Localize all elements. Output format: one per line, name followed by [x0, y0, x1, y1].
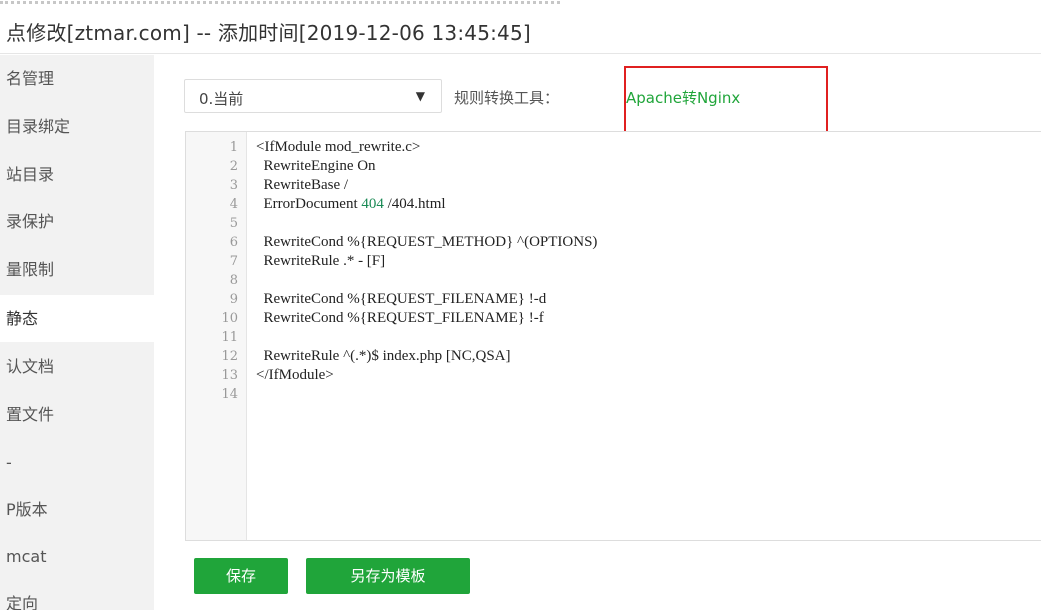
line-number-gutter: 1 2 3 4 5 6 7 8 9 10 11 12 13 14: [186, 132, 247, 540]
line-number: 3: [229, 178, 238, 193]
rewrite-code-editor[interactable]: 1 2 3 4 5 6 7 8 9 10 11 12 13 14 <IfModu…: [185, 131, 1041, 541]
sidebar-item-dir-protect[interactable]: 录保护: [0, 198, 154, 245]
sidebar-item-tomcat[interactable]: mcat: [0, 533, 154, 580]
sidebar-item-config-file[interactable]: 置文件: [0, 391, 154, 438]
line-number: 8: [229, 273, 238, 288]
line-number: 11: [221, 330, 238, 345]
line-number: 4: [229, 197, 238, 212]
sidebar-item-subdir-bind[interactable]: 目录绑定: [0, 103, 154, 150]
title-bar: 点修改[ztmar.com] -- 添加时间[2019-12-06 13:45:…: [0, 8, 1041, 54]
sidebar-item-dash[interactable]: -: [0, 439, 154, 486]
code-line: ErrorDocument 404 /404.html: [256, 196, 446, 212]
rule-template-select[interactable]: 0.当前 ▼: [184, 79, 442, 113]
line-number: 10: [221, 311, 238, 326]
line-number: 1: [229, 140, 238, 155]
code-line: RewriteCond %{REQUEST_METHOD} ^(OPTIONS): [256, 234, 598, 250]
code-line: RewriteCond %{REQUEST_FILENAME} !-f: [256, 310, 544, 326]
line-number: 6: [229, 235, 238, 250]
sidebar-item-site-dir[interactable]: 站目录: [0, 151, 154, 198]
line-number: 9: [229, 292, 238, 307]
code-line: RewriteRule ^(.*)$ index.php [NC,QSA]: [256, 348, 511, 364]
convert-tool-label: 规则转换工具：: [454, 89, 560, 107]
rule-template-value: 0.当前: [199, 90, 244, 108]
save-as-template-button[interactable]: 另存为模板: [306, 558, 470, 594]
top-strip: [0, 0, 1041, 8]
sidebar-item-redirect[interactable]: 定向: [0, 580, 154, 610]
highlight-box: [624, 66, 828, 133]
dropdown-arrow-icon: ▼: [415, 89, 425, 103]
code-line: RewriteBase /: [256, 177, 349, 193]
sidebar-item-domain[interactable]: 名管理: [0, 55, 154, 102]
line-number: 12: [221, 349, 238, 364]
line-number: 5: [229, 216, 238, 231]
line-number: 14: [221, 387, 238, 402]
code-line: </IfModule>: [256, 367, 334, 383]
line-number: 13: [221, 368, 238, 383]
code-line: RewriteCond %{REQUEST_FILENAME} !-d: [256, 291, 547, 307]
sidebar-item-traffic-limit[interactable]: 量限制: [0, 246, 154, 293]
code-line: RewriteEngine On: [256, 158, 376, 174]
top-strip-residue: [0, 0, 560, 4]
sidebar-item-rewrite[interactable]: 静态: [0, 295, 154, 342]
status-code-number: 404: [361, 196, 384, 212]
sidebar-item-default-doc[interactable]: 认文档: [0, 343, 154, 390]
line-number: 2: [229, 159, 238, 174]
code-line: <IfModule mod_rewrite.c>: [256, 139, 421, 155]
dialog-title: 点修改[ztmar.com] -- 添加时间[2019-12-06 13:45:…: [6, 21, 531, 45]
save-button[interactable]: 保存: [194, 558, 288, 594]
line-number: 7: [229, 254, 238, 269]
sidebar: 名管理 目录绑定 站目录 录保护 量限制 静态 认文档 置文件 - P版本 mc…: [0, 55, 154, 610]
code-line: RewriteRule .* - [F]: [256, 253, 386, 269]
main-content: 0.当前 ▼ 规则转换工具： Apache转Nginx 1 2 3 4 5 6 …: [154, 55, 1041, 610]
sidebar-item-php-version[interactable]: P版本: [0, 486, 154, 533]
